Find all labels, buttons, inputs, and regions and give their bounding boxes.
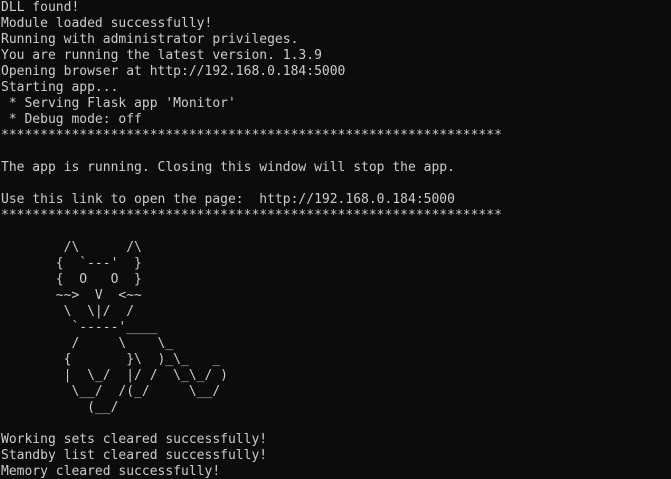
console-line: You are running the latest version. 1.3.… — [1, 48, 322, 63]
console-line: Opening browser at http://192.168.0.184:… — [1, 64, 346, 79]
console-line: The app is running. Closing this window … — [1, 160, 455, 175]
console-line: Memory cleared successfully! — [1, 464, 221, 479]
ascii-art-line: { O O } — [1, 272, 142, 287]
ascii-art-line: { }\ )_\_ _ — [1, 352, 221, 367]
console-line: Running with administrator privileges. — [1, 32, 299, 47]
console-line: Module loaded successfully! — [1, 16, 213, 31]
console-line: Use this link to open the page: http://1… — [1, 192, 455, 207]
ascii-art-line: \ \|/ / — [1, 304, 135, 319]
separator-line: ****************************************… — [1, 208, 502, 223]
console-line: DLL found! — [1, 0, 80, 15]
ascii-art-line: { `---' } — [1, 256, 142, 271]
ascii-art-line: \__/ /(_/ \__/ — [1, 384, 221, 399]
console-line: * Serving Flask app 'Monitor' — [1, 96, 236, 111]
console-line: Working sets cleared successfully! — [1, 432, 268, 447]
console-line: * Debug mode: off — [1, 112, 142, 127]
ascii-art-line: / \ \_ — [1, 336, 174, 351]
console-window[interactable]: DLL found! Module loaded successfully! R… — [0, 0, 671, 479]
ascii-art-line: `-----'____ — [1, 320, 158, 335]
separator-line: ****************************************… — [1, 128, 502, 143]
ascii-art-line: /\ /\ — [1, 240, 142, 255]
ascii-art-line: | \_/ |/ / \_\_/ ) — [1, 368, 228, 383]
ascii-art-line: ~~> V <~~ — [1, 288, 142, 303]
console-line: Starting app... — [1, 80, 119, 95]
console-line: Standby list cleared successfully! — [1, 448, 268, 463]
ascii-art-line: (__/ — [1, 400, 119, 415]
